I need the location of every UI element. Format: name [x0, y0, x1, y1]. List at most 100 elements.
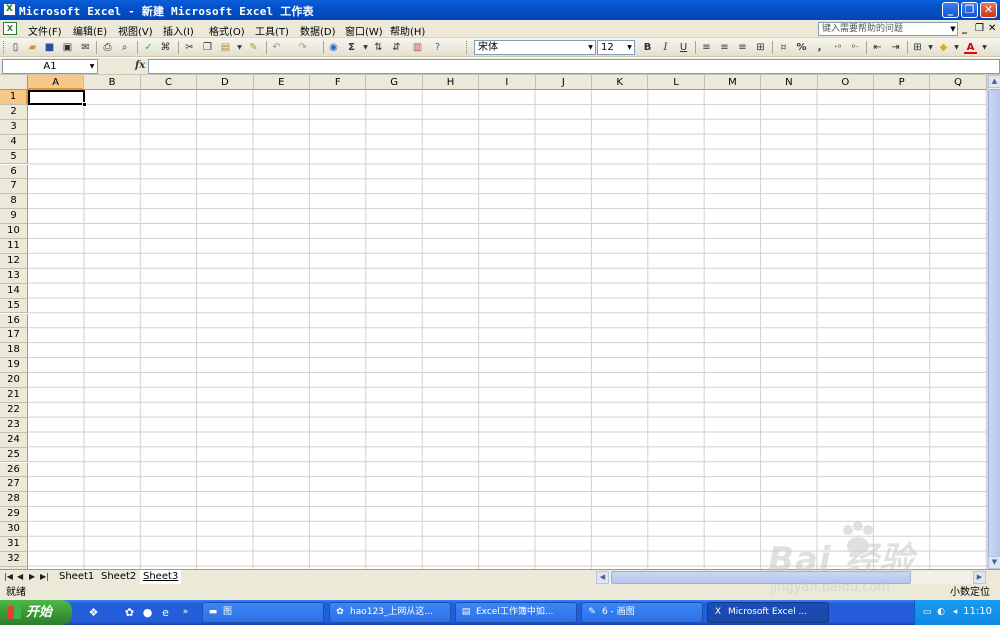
row-header-27[interactable]: 27: [0, 477, 28, 493]
row-header-22[interactable]: 22: [0, 402, 28, 418]
column-header-i[interactable]: I: [479, 75, 536, 90]
scroll-up-icon[interactable]: ▲: [988, 75, 1000, 88]
open-icon[interactable]: ▰: [26, 41, 39, 54]
minimize-button[interactable]: _: [942, 2, 959, 18]
font-name-select[interactable]: 宋体 ▼: [474, 40, 596, 55]
menu-edit[interactable]: 编辑(E): [73, 23, 107, 38]
row-header-14[interactable]: 14: [0, 283, 28, 299]
column-header-q[interactable]: Q: [930, 75, 987, 90]
fill-color-dropdown-icon[interactable]: ▼: [950, 41, 963, 54]
row-header-12[interactable]: 12: [0, 253, 28, 269]
copy-icon[interactable]: ❐: [201, 41, 214, 54]
row-header-31[interactable]: 31: [0, 537, 28, 552]
row-header-13[interactable]: 13: [0, 268, 28, 284]
bold-button[interactable]: B: [641, 41, 654, 54]
prev-sheet-icon[interactable]: ◀: [17, 572, 23, 581]
cut-icon[interactable]: ✂: [183, 41, 196, 54]
row-header-26[interactable]: 26: [0, 462, 28, 478]
doc-close-button[interactable]: ✕: [988, 23, 996, 34]
help-dropdown-icon[interactable]: ▼: [948, 22, 958, 36]
task-excel[interactable]: X Microsoft Excel ...: [707, 602, 829, 623]
new-icon[interactable]: ▯: [9, 41, 22, 54]
row-header-21[interactable]: 21: [0, 388, 28, 403]
column-header-a[interactable]: A: [28, 75, 85, 90]
select-all-corner[interactable]: [0, 75, 28, 90]
menu-insert[interactable]: 插入(I): [163, 23, 194, 38]
help-icon[interactable]: ?: [431, 41, 444, 54]
row-header-25[interactable]: 25: [0, 447, 28, 463]
menu-view[interactable]: 视图(V): [118, 23, 153, 38]
row-header-9[interactable]: 9: [0, 209, 28, 225]
quicklaunch-more-icon[interactable]: »: [178, 605, 193, 620]
row-header-6[interactable]: 6: [0, 164, 28, 180]
sheet-tab-2[interactable]: Sheet2: [98, 570, 139, 584]
ime-icon[interactable]: ◐: [935, 606, 947, 618]
format-painter-icon[interactable]: ✎: [247, 41, 260, 54]
start-button[interactable]: 开始: [0, 600, 72, 625]
redo-icon[interactable]: ↷: [296, 41, 309, 54]
decrease-indent-icon[interactable]: ⇤: [871, 41, 884, 54]
autosum-dropdown-icon[interactable]: ▼: [359, 41, 372, 54]
close-button[interactable]: ✕: [980, 2, 997, 18]
menu-format[interactable]: 格式(O): [209, 23, 245, 38]
name-box[interactable]: A1 ▼: [2, 59, 98, 74]
scroll-down-icon[interactable]: ▼: [988, 556, 1000, 569]
font-size-select[interactable]: 12 ▼: [597, 40, 635, 55]
volume-icon[interactable]: ◂: [949, 606, 961, 618]
row-header-32[interactable]: 32: [0, 551, 28, 567]
sort-descending-icon[interactable]: ⇵: [390, 41, 403, 54]
task-folder[interactable]: ▬ 图: [202, 602, 324, 623]
comma-button[interactable]: ,: [813, 41, 826, 54]
excel-app-icon[interactable]: X: [3, 3, 16, 16]
autosum-icon[interactable]: Σ: [345, 41, 358, 54]
menu-tools[interactable]: 工具(T): [255, 23, 289, 38]
cell-area[interactable]: [28, 90, 987, 569]
increase-decimal-icon[interactable]: ⁺⁰: [831, 41, 844, 54]
column-header-p[interactable]: P: [874, 75, 931, 90]
column-header-m[interactable]: M: [704, 75, 762, 90]
paste-dropdown-icon[interactable]: ▼: [233, 41, 246, 54]
paste-icon[interactable]: ▤: [219, 41, 232, 54]
row-header-3[interactable]: 3: [0, 119, 28, 135]
row-header-10[interactable]: 10: [0, 224, 28, 239]
column-header-g[interactable]: G: [366, 75, 423, 90]
menu-help[interactable]: 帮助(H): [390, 23, 425, 38]
active-cell[interactable]: [28, 90, 87, 107]
insert-function-icon[interactable]: fx: [135, 60, 145, 71]
spelling-icon[interactable]: ✓: [142, 41, 155, 54]
menu-file[interactable]: 文件(F): [28, 23, 62, 38]
row-header-24[interactable]: 24: [0, 432, 28, 448]
first-sheet-icon[interactable]: |◀: [4, 572, 13, 581]
undo-icon[interactable]: ↶: [270, 41, 283, 54]
row-header-18[interactable]: 18: [0, 343, 28, 359]
permission-icon[interactable]: ▣: [61, 41, 74, 54]
sheet-tab-3[interactable]: Sheet3: [140, 570, 182, 584]
task-paint[interactable]: ✎ 6 - 画图: [581, 602, 703, 623]
borders-dropdown-icon[interactable]: ▼: [924, 41, 937, 54]
doc-restore-button[interactable]: ❐: [975, 23, 984, 34]
formula-input[interactable]: [148, 59, 1000, 74]
fill-handle[interactable]: [82, 102, 87, 107]
quicklaunch-media-icon[interactable]: ●: [140, 605, 155, 620]
column-header-l[interactable]: L: [648, 75, 705, 90]
decrease-decimal-icon[interactable]: ⁰⁻: [849, 41, 862, 54]
column-header-n[interactable]: N: [761, 75, 818, 90]
column-header-k[interactable]: K: [592, 75, 649, 90]
column-header-e[interactable]: E: [253, 75, 310, 90]
row-header-16[interactable]: 16: [0, 313, 28, 329]
vertical-scrollbar[interactable]: ▲ ▼: [987, 75, 1000, 569]
task-browser[interactable]: ✿ hao123_上网从这...: [329, 602, 451, 623]
vertical-scroll-thumb[interactable]: [988, 89, 1000, 559]
horizontal-scrollbar[interactable]: ◀ ▶: [596, 571, 986, 584]
align-center-icon[interactable]: ≡: [718, 41, 731, 54]
sort-ascending-icon[interactable]: ⇅: [372, 41, 385, 54]
align-left-icon[interactable]: ≡: [700, 41, 713, 54]
name-box-dropdown-icon[interactable]: ▼: [87, 60, 97, 73]
workbook-icon[interactable]: X: [3, 22, 17, 35]
font-size-dropdown-icon[interactable]: ▼: [625, 41, 634, 54]
merge-center-icon[interactable]: ⊞: [754, 41, 767, 54]
column-header-h[interactable]: H: [422, 75, 480, 90]
row-header-20[interactable]: 20: [0, 373, 28, 388]
row-header-28[interactable]: 28: [0, 492, 28, 508]
row-header-11[interactable]: 11: [0, 239, 28, 254]
